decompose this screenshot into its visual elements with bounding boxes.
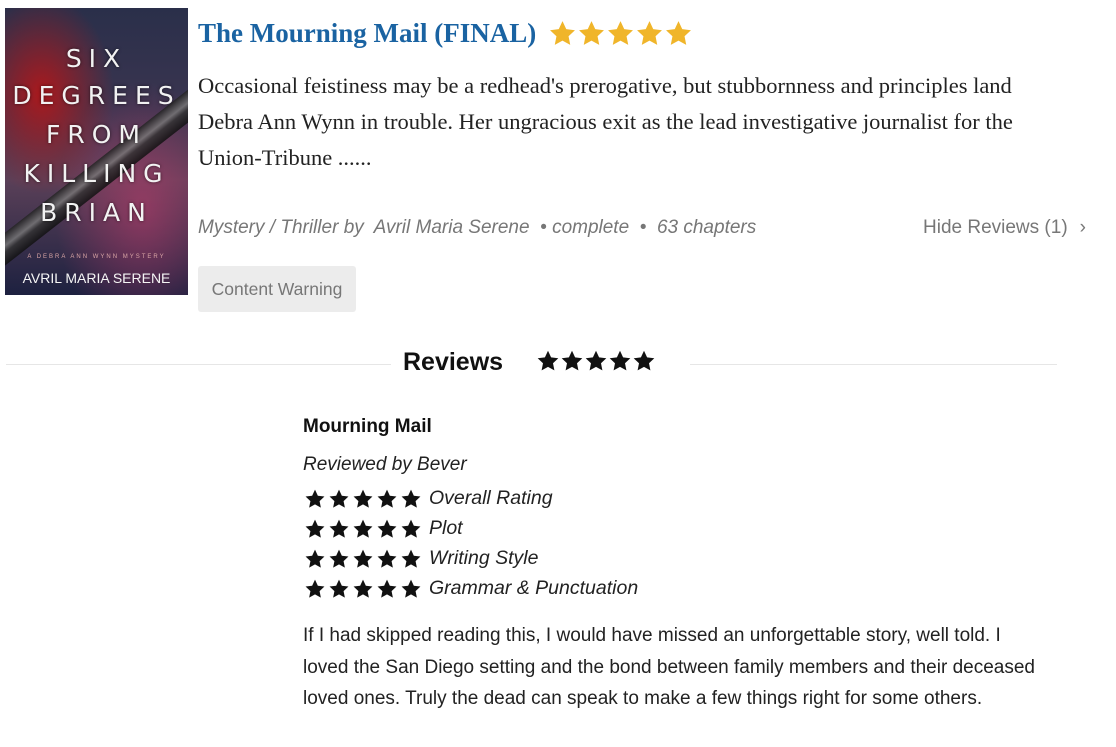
star-icon (329, 489, 349, 508)
rating-row-grammar: Grammar & Punctuation (303, 577, 638, 600)
content-warning-button[interactable]: Content Warning (198, 266, 356, 312)
rating-stars (303, 518, 423, 540)
rating-stars (303, 548, 423, 570)
rating-label: Grammar & Punctuation (429, 577, 639, 599)
book-by: by (343, 217, 364, 238)
star-icon (377, 579, 397, 598)
review-title: Mourning Mail (303, 416, 432, 437)
rating-label: Plot (429, 517, 463, 539)
book-cover[interactable]: SIX DEGREES FROM KILLING BRIAN A DEBRA A… (5, 8, 188, 295)
star-icon (585, 350, 607, 371)
divider (690, 364, 1057, 365)
cover-title-line: DEGREES (12, 81, 181, 110)
reviews-heading: Reviews (403, 348, 504, 376)
cover-series-line: A DEBRA ANN WYNN MYSTERY (27, 254, 166, 260)
star-icon (401, 579, 421, 598)
star-icon (329, 549, 349, 568)
star-icon (353, 579, 373, 598)
star-icon (609, 350, 631, 371)
star-icon (401, 519, 421, 538)
star-icon (377, 519, 397, 538)
star-icon (377, 549, 397, 568)
star-icon (637, 21, 663, 45)
star-icon (329, 519, 349, 538)
chevron-right-icon: › (1079, 217, 1086, 238)
star-icon (666, 21, 692, 45)
cover-title-line: SIX (65, 44, 128, 73)
star-icon (401, 489, 421, 508)
rating-label: Writing Style (429, 547, 539, 569)
star-icon (305, 549, 325, 568)
star-icon (561, 350, 583, 371)
star-icon (608, 21, 634, 45)
rating-label: Overall Rating (429, 487, 553, 509)
book-status: complete (552, 217, 630, 238)
star-icon (537, 350, 559, 371)
cover-title-line: KILLING (23, 159, 170, 188)
star-icon (579, 21, 605, 45)
cover-title-line: FROM (46, 120, 147, 149)
book-rating-stars (548, 19, 693, 48)
star-icon (633, 350, 655, 371)
star-icon (353, 489, 373, 508)
book-genre[interactable]: Mystery / Thriller (198, 217, 338, 238)
book-meta: Mystery / Thriller by Avril Maria Serene… (198, 217, 757, 238)
star-icon (377, 489, 397, 508)
hide-reviews-toggle[interactable]: Hide Reviews (1) › (923, 217, 1086, 239)
rating-row-plot: Plot (303, 517, 463, 540)
star-icon (353, 519, 373, 538)
book-chapters: 63 chapters (656, 217, 757, 238)
divider (6, 364, 391, 365)
hide-reviews-label: Hide Reviews (1) (923, 217, 1068, 238)
rating-row-overall: Overall Rating (303, 487, 553, 510)
star-icon (550, 21, 576, 45)
rating-row-writing-style: Writing Style (303, 547, 538, 570)
rating-stars (303, 488, 423, 510)
reviews-overall-stars (536, 349, 656, 373)
star-icon (329, 579, 349, 598)
book-author[interactable]: Avril Maria Serene (374, 217, 530, 238)
review-author: Reviewed by Bever (303, 454, 467, 475)
rating-stars (303, 578, 423, 600)
book-synopsis: Occasional feistiness may be a redhead's… (198, 73, 1013, 170)
book-title-row: The Mourning Mail (FINAL) (198, 18, 693, 49)
book-title-link[interactable]: The Mourning Mail (FINAL) (198, 18, 536, 49)
star-icon (305, 519, 325, 538)
cover-title-line: BRIAN (40, 198, 153, 227)
star-icon (401, 549, 421, 568)
star-icon (353, 549, 373, 568)
cover-author: AVRIL MARIA SERENE (22, 270, 171, 286)
review-text: If I had skipped reading this, I would h… (303, 625, 1035, 709)
star-icon (305, 489, 325, 508)
star-icon (305, 579, 325, 598)
